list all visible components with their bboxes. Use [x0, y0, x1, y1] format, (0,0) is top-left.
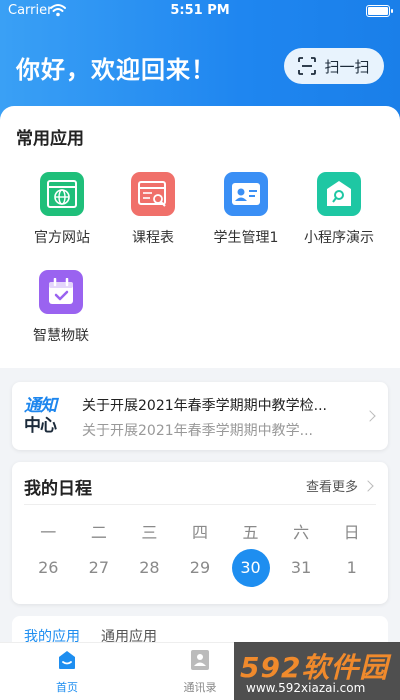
date-cell[interactable]: 28 [124, 550, 175, 586]
notice-subtitle: 关于开展2021年春季学期期中教学... [82, 423, 313, 439]
app-label: 学生管理1 [213, 230, 279, 246]
tab-contacts-label: 通讯录 [183, 681, 217, 694]
greeting-title: 你好，欢迎回来！ [16, 56, 216, 84]
home-icon [59, 651, 75, 669]
tab-home[interactable]: 首页 [40, 649, 94, 695]
notice-title: 关于开展2021年春季学期期中教学检... [82, 398, 327, 414]
app-mini-program[interactable]: 小程序演示 [289, 172, 389, 247]
common-apps-title: 常用应用 [16, 129, 84, 149]
date-number: 31 [290, 558, 312, 577]
date-cell-selected[interactable]: 30 [225, 549, 276, 587]
notice-logo-line2: 中心 [24, 416, 57, 436]
date-cell[interactable]: 1 [326, 550, 377, 586]
globe-icon [40, 172, 84, 216]
app-label: 小程序演示 [304, 230, 374, 246]
status-time: 5:51 PM [170, 3, 230, 18]
weekday-label: 二 [90, 523, 107, 542]
watermark-logo: 592软件园 [240, 651, 389, 684]
date-number: 28 [139, 558, 160, 577]
date-number: 27 [88, 558, 110, 577]
schedule-card: 我的日程 查看更多 一 二 三 四 五 六 日 26 27 28 29 30 3… [12, 462, 388, 604]
app-label: 课程表 [132, 230, 174, 246]
course-icon [131, 172, 175, 216]
app-course-schedule[interactable]: 课程表 [103, 172, 203, 247]
app-smart-iot[interactable]: 智慧物联 [11, 270, 111, 345]
notice-center-logo: 通知 中心 [24, 396, 72, 436]
scan-label: 扫一扫 [324, 57, 370, 76]
schedule-title: 我的日程 [24, 479, 92, 499]
student-card-icon [224, 172, 268, 216]
date-number: 26 [38, 558, 59, 577]
mini-program-icon [317, 172, 361, 216]
date-cell[interactable]: 27 [74, 550, 125, 586]
date-number: 30 [240, 558, 261, 577]
view-more-link[interactable]: 查看更多 [306, 476, 358, 495]
divider [24, 504, 376, 505]
weekday-label: 四 [191, 523, 208, 542]
date-number: 1 [346, 558, 357, 577]
chevron-right-icon [364, 410, 376, 422]
tab-home-label: 首页 [56, 681, 78, 694]
battery-icon [366, 5, 393, 17]
app-official-website[interactable]: 官方网站 [12, 172, 112, 247]
header-banner: Carrier 5:51 PM 你好，欢迎回来！ 扫一扫 [0, 0, 400, 122]
calendar-check-icon [39, 270, 83, 314]
tab-contacts[interactable]: 通讯录 [172, 649, 228, 695]
watermark-url: www.592xiazai.com [246, 681, 366, 695]
app-student-management[interactable]: 学生管理1 [196, 172, 296, 247]
chevron-right-icon [362, 480, 374, 492]
scan-button[interactable]: 扫一扫 [284, 48, 384, 84]
weekday-row: 一 二 三 四 五 六 日 [23, 522, 377, 544]
date-cell[interactable]: 31 [276, 550, 327, 586]
weekday-label: 三 [141, 523, 158, 542]
weekday-label: 六 [293, 523, 310, 542]
contacts-icon [191, 650, 209, 670]
date-cell[interactable]: 26 [23, 550, 74, 586]
date-row: 26 27 28 29 30 31 1 [23, 549, 377, 587]
app-label: 智慧物联 [33, 328, 89, 344]
scan-icon [298, 57, 317, 75]
date-cell[interactable]: 29 [175, 550, 226, 586]
weekday-label: 五 [242, 523, 259, 542]
common-apps-card: 常用应用 官方网站 课程表 学生管理1 小程序演示 智慧物联 [0, 106, 400, 368]
date-number: 29 [189, 558, 211, 577]
app-label: 官方网站 [34, 230, 90, 246]
weekday-label: 日 [343, 523, 360, 542]
status-bar: Carrier 5:51 PM [0, 0, 400, 22]
notice-logo-line1: 通知 [24, 396, 57, 416]
weekday-label: 一 [40, 523, 57, 542]
notice-card[interactable]: 通知 中心 关于开展2021年春季学期期中教学检... 关于开展2021年春季学… [12, 382, 388, 450]
watermark: 592软件园 www.592xiazai.com [234, 642, 400, 700]
